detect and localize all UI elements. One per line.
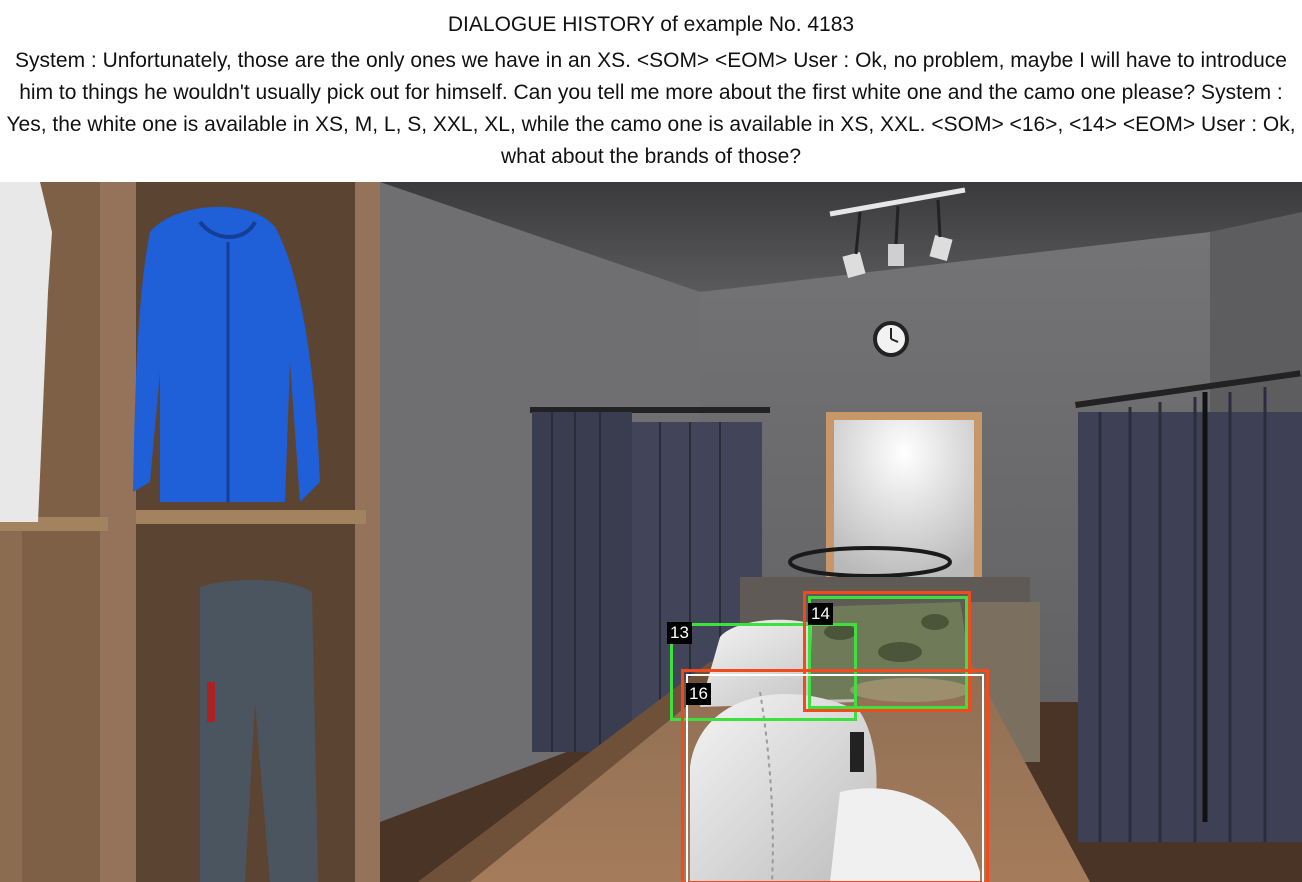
dialogue-text: System : Unfortunately, those are the on… [6,49,1296,168]
annotation-label-13: 13 [667,622,692,644]
scene-illustration [0,182,1302,882]
annotation-label-16: 16 [686,683,711,705]
annotation-box-16-inner [686,674,984,882]
store-scene-image: 13 14 16 [0,182,1302,882]
dialogue-caption: DIALOGUE HISTORY of example No. 4183 Sys… [0,0,1302,182]
annotation-label-14: 14 [808,603,833,625]
dialogue-title: DIALOGUE HISTORY of example No. 4183 [447,13,855,36]
